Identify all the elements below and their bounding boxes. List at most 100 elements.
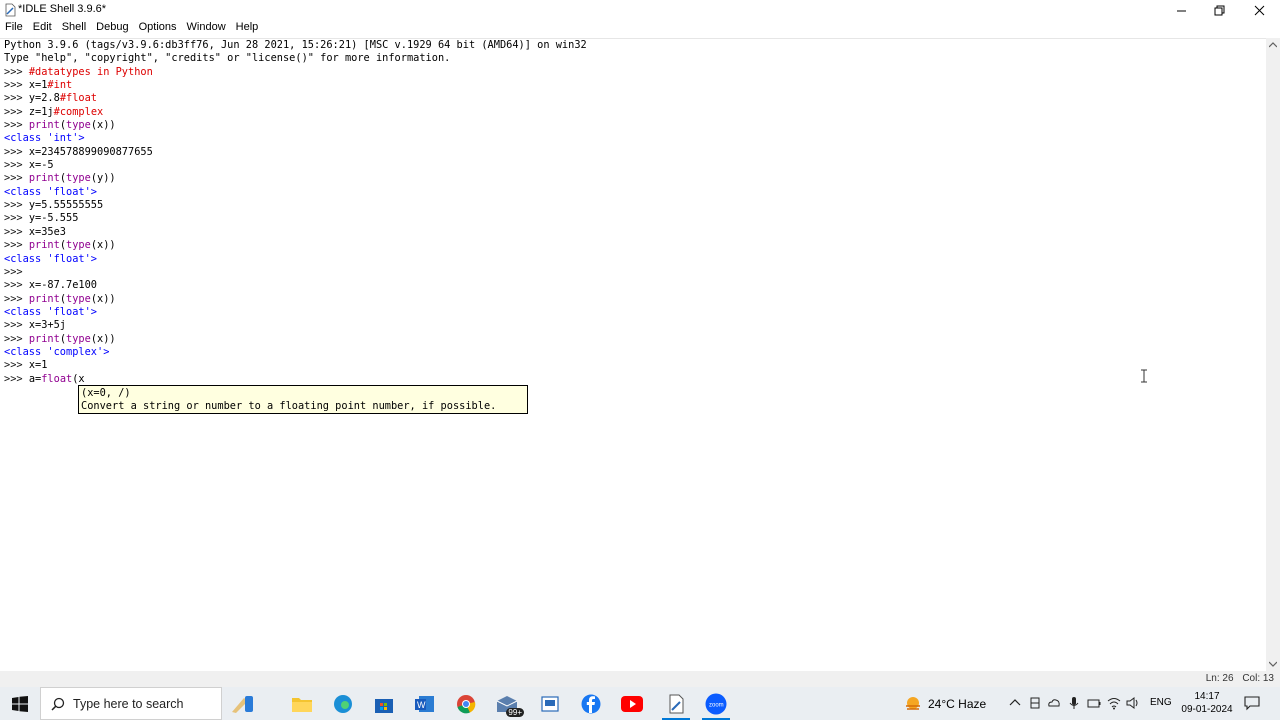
shell-comment: #int — [47, 79, 73, 92]
haze-weather-icon — [906, 696, 920, 710]
input-language[interactable]: ENG — [1150, 697, 1172, 708]
taskbar-clock[interactable]: 14:17 09-01-2024 — [1176, 690, 1238, 716]
shell-prompt: >>> — [4, 172, 29, 185]
taskbar-app-store[interactable] — [364, 687, 404, 720]
shell-prompt: >>> — [4, 79, 29, 92]
menu-help[interactable]: Help — [231, 20, 264, 37]
store-icon — [375, 698, 393, 713]
shell-line: >>> print(type(x)) — [4, 333, 587, 346]
minimize-button[interactable] — [1162, 0, 1200, 20]
close-button[interactable] — [1240, 0, 1278, 20]
onedrive-icon[interactable] — [1047, 696, 1061, 710]
microphone-icon[interactable] — [1067, 696, 1081, 710]
menu-file[interactable]: File — [0, 20, 28, 37]
word-icon: W — [415, 695, 434, 712]
calltip-signature: (x=0, /) — [81, 387, 131, 399]
taskbar-search[interactable]: Type here to search — [40, 687, 222, 720]
menu-shell[interactable]: Shell — [57, 20, 91, 37]
taskbar-app-paint[interactable] — [222, 687, 262, 720]
shell-prompt: >>> — [4, 65, 29, 78]
shell-prompt: >>> — [4, 145, 29, 158]
shell-code: (x — [72, 372, 85, 385]
shell-prompt: >>> — [4, 319, 29, 332]
volume-icon[interactable] — [1126, 696, 1140, 710]
shell-code: x=1 — [28, 79, 48, 92]
taskbar-app-facebook[interactable] — [571, 687, 611, 720]
taskbar-app-word[interactable]: W — [405, 687, 445, 720]
battery-icon[interactable] — [1087, 696, 1101, 710]
taskbar-app-zoom[interactable]: zoom — [696, 687, 736, 720]
scroll-up-icon[interactable] — [1269, 42, 1277, 48]
menu-window[interactable]: Window — [182, 20, 231, 37]
shell-comment: #datatypes in Python — [28, 65, 153, 78]
shell-line: >>> x=35e3 — [4, 226, 587, 239]
shell-line: <class 'float'> — [4, 253, 587, 266]
taskbar-app-youtube[interactable] — [612, 687, 652, 720]
shell-code: x=35e3 — [28, 225, 67, 238]
shell-line: >>> print(type(x)) — [4, 239, 587, 252]
idle-app-icon — [5, 3, 16, 17]
shell-code: x=-87.7e100 — [28, 279, 98, 292]
taskbar: Type here to search W 99+ zoom 24°C Haze — [0, 687, 1280, 720]
shell-line: >>> y=2.8#float — [4, 92, 587, 105]
calltip-tooltip: (x=0, /) Convert a string or number to a… — [78, 385, 528, 414]
taskbar-app-idle[interactable] — [656, 687, 696, 720]
scroll-down-icon[interactable] — [1269, 661, 1277, 667]
facebook-icon — [581, 694, 601, 713]
text-cursor-icon — [1141, 369, 1147, 383]
shell-line: >>> print(type(x)) — [4, 293, 587, 306]
shell-line: Type "help", "copyright", "credits" or "… — [4, 52, 587, 65]
weather-widget[interactable]: 24°C Haze — [904, 687, 986, 720]
shell-line: >>> y=-5.555 — [4, 212, 587, 225]
shell-line: >>> print(type(y)) — [4, 172, 587, 185]
shell-prompt: >>> — [4, 212, 29, 225]
shell-text-area[interactable]: Python 3.9.6 (tags/v3.9.6:db3ff76, Jun 2… — [0, 38, 1266, 671]
shell-prompt: >>> — [4, 225, 29, 238]
shell-line: >>> #datatypes in Python — [4, 66, 587, 79]
show-hidden-icons-icon[interactable] — [1008, 696, 1022, 710]
status-bar: Ln: 26 Col: 13 — [0, 671, 1280, 687]
taskbar-app-mail[interactable]: 99+ — [487, 687, 527, 720]
start-button[interactable] — [0, 687, 40, 720]
svg-text:W: W — [417, 700, 426, 710]
shell-line: >>> y=5.55555555 — [4, 199, 587, 212]
taskbar-app-tablet[interactable] — [530, 687, 570, 720]
wifi-icon[interactable] — [1107, 696, 1121, 710]
shell-code: y=5.55555555 — [28, 199, 104, 212]
shell-prompt: >>> — [4, 92, 29, 105]
restore-button[interactable] — [1200, 0, 1238, 20]
shell-prompt: >>> — [4, 239, 29, 252]
shell-prompt: >>> — [4, 279, 29, 292]
close-icon — [1254, 5, 1264, 15]
shell-line: >>> a=float(x — [4, 373, 587, 386]
shell-output-text: <class 'complex'> — [4, 345, 110, 358]
shell-code: z=1j — [28, 105, 54, 118]
mail-badge: 99+ — [506, 708, 524, 717]
shell-line: <class 'int'> — [4, 132, 587, 145]
shell-output-text: <class 'float'> — [4, 252, 97, 265]
restore-icon — [1214, 5, 1224, 15]
shell-line: Python 3.9.6 (tags/v3.9.6:db3ff76, Jun 2… — [4, 39, 587, 52]
shell-prompt: >>> — [4, 159, 29, 172]
menu-edit[interactable]: Edit — [28, 20, 57, 37]
status-line: Ln: 26 — [1205, 673, 1234, 684]
calltip-doc: Convert a string or number to a floating… — [81, 400, 497, 412]
shell-line: <class 'complex'> — [4, 346, 587, 359]
taskbar-app-chrome[interactable] — [446, 687, 486, 720]
shell-line: >>> x=3+5j — [4, 319, 587, 332]
shell-code: (y)) — [90, 172, 116, 185]
shell-prompt: >>> — [4, 105, 29, 118]
chrome-icon — [457, 694, 476, 713]
menu-options[interactable]: Options — [134, 20, 182, 37]
search-icon — [51, 697, 65, 711]
menu-debug[interactable]: Debug — [91, 20, 133, 37]
taskbar-app-edge[interactable] — [323, 687, 363, 720]
clock-date: 09-01-2024 — [1181, 704, 1233, 715]
vertical-scrollbar[interactable] — [1266, 38, 1280, 671]
shell-line: >>> print(type(x)) — [4, 119, 587, 132]
notification-center-icon[interactable] — [1244, 695, 1260, 711]
device-icon[interactable] — [1028, 696, 1042, 710]
youtube-icon — [621, 695, 643, 712]
minimize-icon — [1176, 10, 1186, 11]
taskbar-app-file-explorer[interactable] — [282, 687, 322, 720]
